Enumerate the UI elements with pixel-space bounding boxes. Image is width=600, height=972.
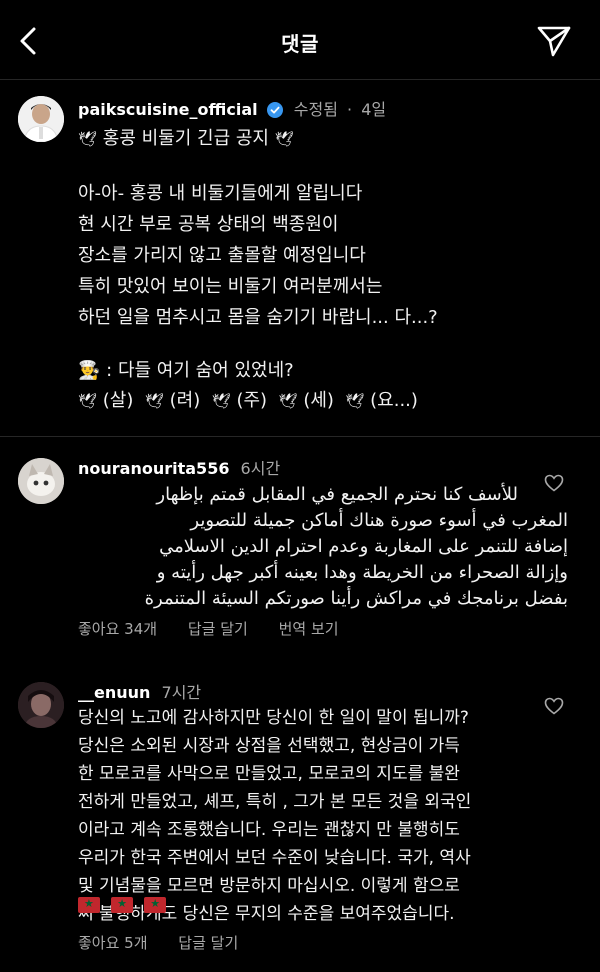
avatar[interactable] [18, 96, 64, 142]
syllable: (주) [236, 390, 268, 411]
comment-time: 6시간 [240, 459, 281, 478]
comment-text-line: بفضل برنامجك في مراكش رأينا صورتكم السيئ… [144, 588, 568, 609]
comment-text-line: 전하게 만들었고, 셰프, 특히 , 그가 본 모든 것을 외국인 [78, 792, 472, 812]
comment-actions: 좋아요 34개 답글 달기 번역 보기 [78, 618, 365, 639]
chef-emoji-icon: 👨‍🍳 [78, 360, 101, 381]
dove-icon: 🕊 [274, 130, 294, 148]
caption-divider [0, 436, 600, 437]
header-divider [0, 79, 600, 80]
avatar[interactable] [18, 682, 64, 728]
top-bar: 댓글 [0, 0, 600, 80]
edited-label: 수정됨 [293, 100, 338, 119]
comment-text-line: 당신은 소외된 시장과 상점을 선택했고, 현상금이 가득 [78, 736, 460, 756]
speech-line: 👨‍🍳 : 다들 여기 숨어 있었네? [78, 356, 294, 382]
syllable: (려) [169, 390, 201, 411]
send-icon[interactable] [536, 24, 572, 58]
flag-emojis [78, 897, 172, 917]
reply-button[interactable]: 답글 달기 [178, 934, 238, 952]
speech-text: : 다들 여기 숨어 있었네? [106, 360, 294, 381]
comment-text-line: 당신의 노고에 감사하지만 당신이 한 일이 말이 됩니까? [78, 708, 469, 728]
morocco-flag-icon [78, 897, 100, 913]
post-title-line: 🕊 홍콩 비둘기 긴급 공지 🕊 [78, 124, 294, 150]
post-body-line: 현 시간 부로 공복 상태의 백종원이 [78, 214, 339, 235]
comment-header: nouranourita556 6시간 [78, 455, 280, 479]
comment-text-line: 이라고 계속 조롱했습니다. 우리는 괜찮지 만 불행히도 [78, 820, 460, 840]
translate-button[interactable]: 번역 보기 [279, 620, 339, 638]
likes-count[interactable]: 좋아요 34개 [78, 620, 157, 638]
comment-text-line: وإزالة الصحراء من الخريطة وهدا بعينه أكب… [156, 562, 568, 583]
dove-icon: 🕊 [278, 392, 298, 410]
avatar[interactable] [18, 458, 64, 504]
comment-header: __enuun 7시간 [78, 679, 201, 703]
post-body-line: 하던 일을 멈추시고 몸을 숨기기 바랍니... 다...? [78, 307, 438, 328]
syllable: (살) [102, 390, 134, 411]
post-header: paikscuisine_official 수정됨 · 4일 [78, 96, 386, 120]
verified-badge-icon [266, 102, 283, 118]
comment-time: 7시간 [161, 683, 202, 702]
comment-username[interactable]: __enuun [78, 683, 150, 702]
reply-button[interactable]: 답글 달기 [188, 620, 248, 638]
dove-icon: 🕊 [345, 392, 365, 410]
morocco-flag-icon [111, 897, 134, 913]
person-avatar-icon [18, 682, 64, 728]
page-title: 댓글 [281, 32, 319, 56]
comment-text-line: 및 기념물을 모르면 방문하지 마십시오. 이렇게 함으로 [78, 876, 460, 896]
chef-avatar-icon [18, 96, 64, 142]
heart-icon[interactable] [544, 474, 564, 492]
dove-icon: 🕊 [211, 392, 231, 410]
comment-text-line: إضافة للتنمر على المغاربة وعدم احترام ال… [159, 536, 568, 557]
likes-count[interactable]: 좋아요 5개 [78, 934, 148, 952]
post-body-line: 특히 맛있어 보이는 비둘기 여러분께서는 [78, 276, 383, 297]
dove-icon: 🕊 [78, 130, 98, 148]
morocco-flag-icon [144, 897, 167, 913]
comment-text-line: 한 모로코를 사막으로 만들었고, 모로코의 지도를 불완 [78, 764, 460, 784]
syllable: (세) [303, 390, 334, 411]
comment-text-line: 우리가 한국 주변에서 보던 수준이 낮습니다. 국가, 역사 [78, 848, 471, 868]
post-body-line: 장소를 가리지 않고 출몰할 예정입니다 [78, 245, 366, 266]
comment-username[interactable]: nouranourita556 [78, 459, 229, 478]
comment-text: 당신의 노고에 감사하지만 당신이 한 일이 말이 됩니까? 당신은 소외된 시… [78, 704, 528, 928]
post-time: 4일 [361, 100, 387, 119]
comment-text-line: المغرب في أسوء صورة هناك أماكن جميلة للت… [190, 510, 568, 531]
heart-icon[interactable] [544, 697, 564, 715]
dove-icon: 🕊 [78, 392, 98, 410]
comment-text-line: للأسف كنا نحترم الجميع في المقابل قمتم ب… [156, 484, 518, 505]
syllable: (요...) [370, 390, 418, 411]
dove-icon: 🕊 [144, 392, 164, 410]
comment-actions: 좋아요 5개 답글 달기 [78, 932, 264, 953]
post-username[interactable]: paikscuisine_official [78, 100, 258, 119]
meta-separator: · [347, 100, 353, 119]
post-body-line: 아-아- 홍콩 내 비둘기들에게 알립니다 [78, 183, 363, 204]
post-title: 홍콩 비둘기 긴급 공지 [102, 128, 269, 149]
dove-syllables-line: 🕊 (살) 🕊 (려) 🕊 (주) 🕊 (세) 🕊 (요...) [78, 386, 418, 412]
cat-avatar-icon [18, 458, 64, 504]
